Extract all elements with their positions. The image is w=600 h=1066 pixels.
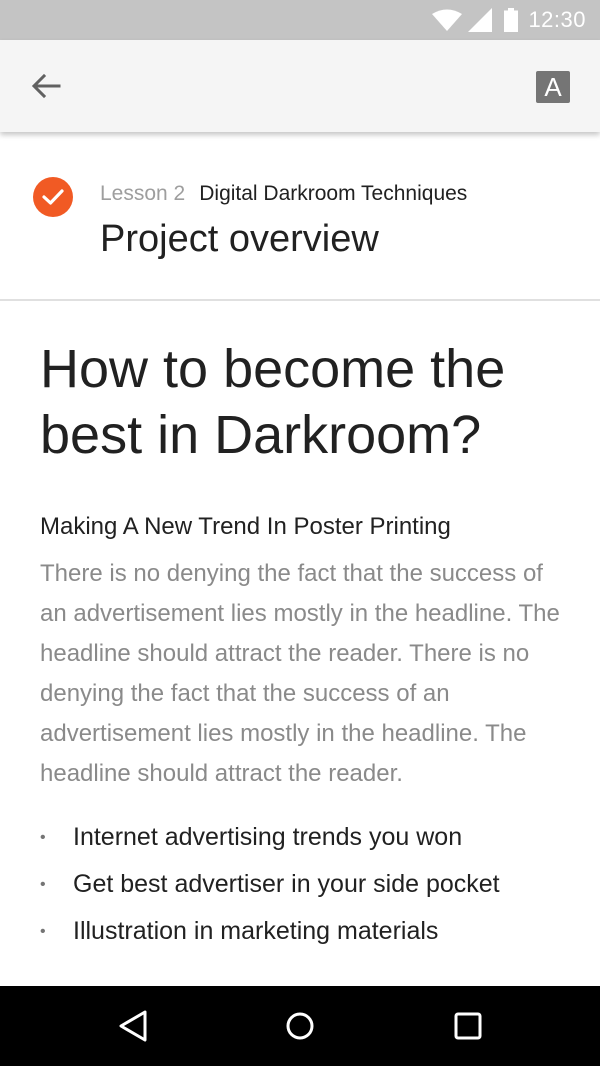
article-title: How to become the best in Darkroom? bbox=[40, 339, 506, 465]
list-item-text: Illustration in marketing materials bbox=[73, 917, 439, 945]
list-item: • Internet advertising trends you won bbox=[40, 814, 570, 861]
list-item-text: Internet advertising trends you won bbox=[73, 823, 463, 851]
lesson-meta: Lesson 2 Digital Darkroom Techniques bbox=[100, 181, 467, 207]
app-bar: A bbox=[0, 40, 600, 132]
bullet-dot: • bbox=[40, 829, 46, 846]
list-item: • Get best advertiser in your side pocke… bbox=[40, 861, 570, 908]
back-button[interactable] bbox=[26, 66, 66, 106]
article-body: There is no denying the fact that the su… bbox=[40, 560, 560, 787]
text-size-icon: A bbox=[544, 72, 562, 102]
nav-home-icon bbox=[285, 1011, 315, 1041]
lesson-title: Project overview bbox=[100, 218, 379, 260]
course-name: Digital Darkroom Techniques bbox=[199, 182, 468, 205]
arrow-back-icon bbox=[31, 73, 61, 99]
signal-icon bbox=[468, 8, 493, 32]
list-item-text: Get best advertiser in your side pocket bbox=[73, 870, 500, 898]
nav-recents-button[interactable] bbox=[448, 1006, 488, 1046]
bullet-dot: • bbox=[40, 923, 46, 940]
article-content: How to become the best in Darkroom? Maki… bbox=[40, 336, 570, 955]
battery-icon bbox=[504, 8, 519, 32]
nav-back-icon bbox=[117, 1009, 149, 1043]
header-divider bbox=[0, 299, 600, 301]
screen: 12:30 A Lesson 2 Digital Darkroom Techniq… bbox=[0, 0, 600, 1066]
system-nav-bar bbox=[0, 986, 600, 1066]
lesson-number: Lesson 2 bbox=[100, 182, 186, 205]
lesson-header: Lesson 2 Digital Darkroom Techniques Proj… bbox=[0, 132, 600, 300]
nav-back-button[interactable] bbox=[113, 1006, 153, 1046]
article-subtitle: Making A New Trend In Poster Printing bbox=[40, 513, 451, 540]
wifi-icon bbox=[432, 9, 463, 31]
check-circle-icon bbox=[33, 177, 73, 217]
bullet-dot: • bbox=[40, 876, 46, 893]
nav-home-button[interactable] bbox=[280, 1006, 320, 1046]
nav-recents-icon bbox=[454, 1012, 482, 1040]
status-bar: 12:30 bbox=[0, 0, 600, 40]
list-item: • Illustration in marketing materials bbox=[40, 908, 570, 955]
bullet-list: • Internet advertising trends you won • … bbox=[40, 814, 570, 955]
text-size-button[interactable]: A bbox=[536, 71, 570, 103]
status-clock: 12:30 bbox=[528, 7, 586, 32]
